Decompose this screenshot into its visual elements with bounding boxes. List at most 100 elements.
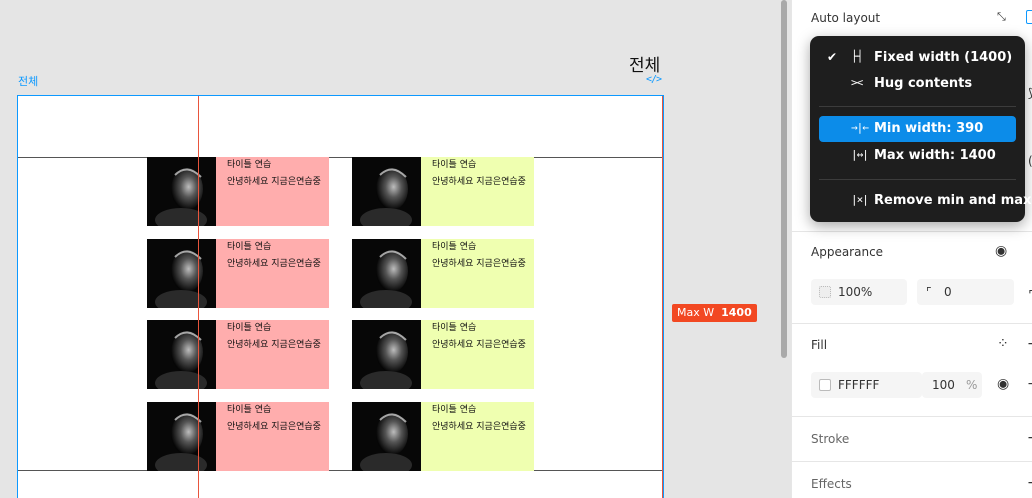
menu-item-fixed-width[interactable]: ✔ ├┤ Fixed width (1400) bbox=[819, 45, 1016, 71]
opacity-value: 100% bbox=[838, 285, 873, 299]
card[interactable]: 타이틀 연습안녕하세요 지금은연습중 bbox=[147, 320, 329, 389]
fill-visibility-eye-icon[interactable]: ◉ bbox=[997, 376, 1009, 392]
collapse-icon[interactable]: ⤡ bbox=[997, 10, 1006, 24]
fixed-width-icon: ├┤ bbox=[851, 50, 863, 63]
card-info: 타이틀 연습안녕하세요 지금은연습중 bbox=[421, 239, 534, 308]
card-title: 타이틀 연습 bbox=[432, 242, 477, 252]
portrait-image bbox=[147, 320, 216, 389]
stroke-title: Stroke bbox=[811, 432, 850, 446]
card-title: 타이틀 연습 bbox=[227, 323, 272, 333]
add-stroke-icon[interactable]: + bbox=[1027, 430, 1032, 446]
portrait-image bbox=[147, 157, 216, 226]
card[interactable]: 타이틀 연습안녕하세요 지금은연습중 bbox=[147, 239, 329, 308]
remove-fill-icon[interactable]: − bbox=[1027, 376, 1032, 392]
portrait-image bbox=[352, 157, 421, 226]
menu-item-max-width[interactable]: |↔| Max width: 1400 bbox=[819, 143, 1016, 169]
portrait-image bbox=[147, 239, 216, 308]
remove-min-max-icon: |×| bbox=[851, 193, 869, 206]
corner-radius-icon: ⌜ bbox=[926, 285, 932, 299]
menu-item-label: Max width: 1400 bbox=[874, 148, 996, 163]
edge-icon-1[interactable]: ⟆ bbox=[1028, 86, 1032, 100]
card-description: 안녕하세요 지금은연습중 bbox=[432, 177, 526, 187]
card-photo bbox=[147, 239, 216, 308]
fill-opacity-unit: % bbox=[966, 378, 978, 392]
menu-item-label: Remove min and max bbox=[874, 193, 1032, 208]
card-info: 타이틀 연습안녕하세요 지금은연습중 bbox=[216, 402, 329, 471]
card-photo bbox=[352, 320, 421, 389]
card-info: 타이틀 연습안녕하세요 지금은연습중 bbox=[216, 157, 329, 226]
card-info: 타이틀 연습안녕하세요 지금은연습중 bbox=[216, 239, 329, 308]
card-description: 안녕하세요 지금은연습중 bbox=[227, 340, 321, 350]
fill-opacity-field[interactable]: 100 % bbox=[922, 372, 982, 398]
menu-item-label: Min width: 390 bbox=[874, 121, 984, 136]
add-effect-icon[interactable]: + bbox=[1027, 475, 1032, 491]
code-icon[interactable]: </> bbox=[646, 74, 662, 85]
menu-item-hug-contents[interactable]: >< Hug contents bbox=[819, 71, 1016, 97]
card-title: 타이틀 연습 bbox=[227, 160, 272, 170]
menu-separator bbox=[819, 106, 1016, 107]
divider bbox=[792, 416, 1032, 417]
checkmark-icon: ✔ bbox=[827, 50, 838, 64]
frame-name-label[interactable]: 전체 bbox=[18, 73, 38, 89]
opacity-icon bbox=[819, 286, 831, 298]
eye-icon[interactable]: ◉ bbox=[995, 243, 1007, 259]
max-width-icon: |↔| bbox=[851, 148, 869, 161]
menu-item-remove-min-max[interactable]: |×| Remove min and max bbox=[819, 188, 1031, 214]
independent-corners-icon[interactable]: ⌐ bbox=[1028, 284, 1032, 298]
card-info: 타이틀 연습안녕하세요 지금은연습중 bbox=[216, 320, 329, 389]
card-photo bbox=[352, 402, 421, 471]
fill-hex-field[interactable]: FFFFFF bbox=[811, 372, 922, 398]
menu-separator bbox=[819, 179, 1016, 180]
card-photo bbox=[352, 239, 421, 308]
divider bbox=[792, 231, 1032, 232]
card[interactable]: 타이틀 연습안녕하세요 지금은연습중 bbox=[352, 239, 534, 308]
divider bbox=[792, 461, 1032, 462]
card[interactable]: 타이틀 연습안녕하세요 지금은연습중 bbox=[147, 402, 329, 471]
min-width-icon: →|← bbox=[851, 121, 869, 134]
fill-color-swatch[interactable] bbox=[819, 379, 831, 391]
hug-contents-icon: >< bbox=[851, 76, 863, 89]
canvas-scrollbar[interactable] bbox=[781, 0, 787, 358]
card-description: 안녕하세요 지금은연습중 bbox=[432, 340, 526, 350]
card-title: 타이틀 연습 bbox=[227, 405, 272, 415]
card-photo bbox=[147, 320, 216, 389]
design-canvas[interactable]: 전체 전체 </> 타이틀 연습 안녕하세요 지금은연습중 타이틀 연습 안녕하세요 … bbox=[0, 0, 780, 498]
portrait-image bbox=[352, 320, 421, 389]
portrait-image bbox=[147, 402, 216, 471]
card-description: 안녕하세요 지금은연습중 bbox=[227, 259, 321, 269]
card-title: 타이틀 연습 bbox=[432, 160, 477, 170]
card[interactable]: 타이틀 연습안녕하세요 지금은연습중 bbox=[147, 157, 329, 226]
card-description: 안녕하세요 지금은연습중 bbox=[432, 259, 526, 269]
card[interactable]: 타이틀 연습안녕하세요 지금은연습중 bbox=[352, 320, 534, 389]
card[interactable]: 타이틀 연습 안녕하세요 지금은연습중 bbox=[352, 402, 534, 471]
card-info: 타이틀 연습안녕하세요 지금은연습중 bbox=[421, 320, 534, 389]
card-title: 타이틀 연습 bbox=[227, 242, 272, 252]
width-options-menu: ✔ ├┤ Fixed width (1400) >< Hug contents … bbox=[810, 36, 1031, 222]
corner-radius-field[interactable]: ⌜ 0 bbox=[917, 279, 1014, 305]
card-title: 타이틀 연습 bbox=[432, 323, 477, 333]
frame-title-text[interactable]: 전체 bbox=[629, 51, 660, 76]
effects-title: Effects bbox=[811, 477, 852, 491]
max-width-badge: Max W 1400 bbox=[672, 304, 757, 322]
fill-title: Fill bbox=[811, 338, 828, 352]
styles-grid-icon[interactable]: ⁘ bbox=[997, 336, 1009, 352]
divider bbox=[792, 323, 1032, 324]
card-photo bbox=[352, 157, 421, 226]
max-width-badge-value: 1400 bbox=[721, 306, 752, 319]
max-width-guide bbox=[662, 96, 663, 498]
card-grid-frame[interactable] bbox=[18, 157, 663, 471]
fill-opacity-value: 100 bbox=[932, 378, 955, 392]
portrait-image bbox=[352, 239, 421, 308]
add-fill-icon[interactable]: + bbox=[1027, 336, 1032, 352]
card-description: 안녕하세요 지금은연습중 bbox=[227, 422, 321, 432]
card-info: 타이틀 연습안녕하세요 지금은연습중 bbox=[421, 157, 534, 226]
opacity-field[interactable]: 100% bbox=[811, 279, 907, 305]
menu-item-min-width[interactable]: →|← Min width: 390 bbox=[819, 116, 1016, 142]
resize-frame-icon[interactable] bbox=[1026, 10, 1032, 24]
card-description: 안녕하세요 지금은연습중 bbox=[227, 177, 321, 187]
card-photo bbox=[147, 402, 216, 471]
edge-icon-2[interactable]: ( bbox=[1028, 154, 1032, 168]
auto-layout-title: Auto layout bbox=[811, 11, 881, 25]
card[interactable]: 타이틀 연습안녕하세요 지금은연습중 bbox=[352, 157, 534, 226]
card-info: 타이틀 연습 안녕하세요 지금은연습중 bbox=[421, 402, 534, 471]
